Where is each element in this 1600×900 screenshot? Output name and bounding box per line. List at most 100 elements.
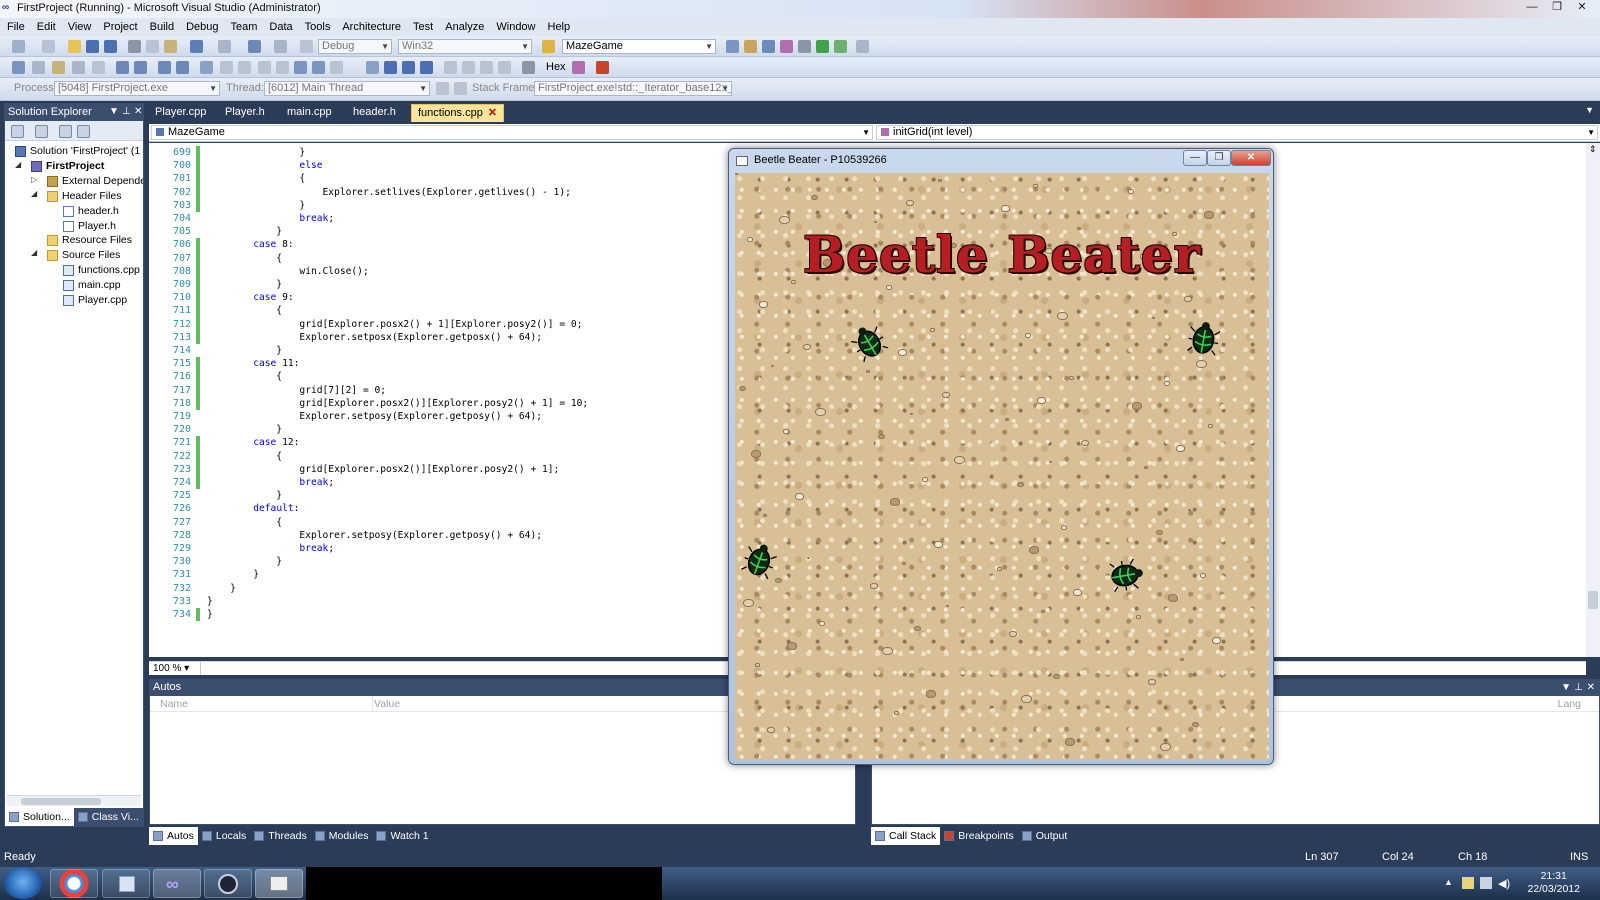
- code-line[interactable]: Explorer.setposx(Explorer.getposx() + 64…: [207, 331, 542, 344]
- game-window-taskbar-icon[interactable]: [255, 869, 303, 898]
- game-canvas[interactable]: Beetle Beater: [735, 173, 1269, 760]
- save-icon[interactable]: [86, 40, 99, 53]
- copy-icon[interactable]: [146, 40, 159, 53]
- code-line[interactable]: grid[Explorer.posx2()][Explorer.posy2() …: [207, 463, 559, 476]
- code-line[interactable]: grid[7][2] = 0;: [207, 384, 386, 397]
- menu-tools[interactable]: Tools: [300, 21, 338, 33]
- process-select[interactable]: [5048] FirstProject.exe ▼: [54, 81, 220, 96]
- beetle-enemy-icon[interactable]: [740, 537, 781, 581]
- beetle-enemy-icon[interactable]: [1186, 317, 1222, 358]
- show-threads-icon[interactable]: [444, 61, 457, 74]
- start-button-icon[interactable]: [4, 868, 42, 899]
- tab-main-cpp[interactable]: main.cpp: [281, 104, 338, 122]
- step-out-icon[interactable]: [312, 61, 325, 74]
- code-line[interactable]: win.Close();: [207, 265, 368, 278]
- show-next-statement-icon[interactable]: [258, 61, 271, 74]
- game-close-button[interactable]: ✕: [1231, 150, 1271, 166]
- scrollbar-thumb[interactable]: [1588, 591, 1598, 609]
- tree-item-external-dependencies[interactable]: External Dependen: [47, 174, 143, 189]
- tree-item-main-cpp[interactable]: main.cpp: [63, 278, 121, 293]
- maximize-button[interactable]: ❐: [1545, 0, 1569, 16]
- code-line[interactable]: }: [207, 489, 282, 502]
- clock[interactable]: 21:31 22/03/2012: [1527, 870, 1580, 896]
- object-browser-icon[interactable]: [762, 40, 775, 53]
- code-line[interactable]: break;: [207, 542, 334, 555]
- restart-icon[interactable]: [420, 61, 433, 74]
- code-line[interactable]: }: [207, 199, 305, 212]
- types-combo[interactable]: MazeGame ▼: [151, 125, 873, 140]
- redo-icon[interactable]: [218, 40, 231, 53]
- breakpoint-icon[interactable]: [330, 61, 343, 74]
- decrease-indent-icon[interactable]: [92, 61, 105, 74]
- code-line[interactable]: {: [207, 252, 282, 265]
- action-center-flag-icon[interactable]: [1462, 877, 1474, 889]
- team-explorer-icon[interactable]: [798, 40, 811, 53]
- increase-indent-icon[interactable]: [116, 61, 129, 74]
- code-line[interactable]: }: [207, 568, 259, 581]
- memory-window-icon[interactable]: [522, 61, 535, 74]
- tree-item-solution[interactable]: Solution 'FirstProject' (1 p: [15, 144, 143, 159]
- code-line[interactable]: case 11:: [207, 357, 299, 370]
- horizontal-scrollbar[interactable]: [7, 795, 141, 806]
- undo-icon[interactable]: [190, 40, 203, 53]
- members-combo[interactable]: initGrid(int level) ▼: [876, 125, 1598, 140]
- media-app-taskbar-icon[interactable]: [204, 869, 252, 898]
- menu-data[interactable]: Data: [264, 21, 299, 33]
- tree-item-header-files[interactable]: Header Files: [47, 189, 122, 204]
- close-tab-icon[interactable]: ✕: [488, 107, 497, 119]
- beetle-enemy-icon[interactable]: [846, 318, 890, 364]
- close-panel-icon[interactable]: ✕: [134, 104, 142, 120]
- tab-autos[interactable]: Autos: [149, 827, 198, 845]
- break-all-icon[interactable]: [384, 61, 397, 74]
- tab-watch-1[interactable]: Watch 1: [372, 827, 432, 845]
- toolbox-icon[interactable]: [780, 40, 793, 53]
- code-line[interactable]: {: [207, 516, 282, 529]
- code-line[interactable]: Explorer.setposy(Explorer.getposy() + 64…: [207, 410, 542, 423]
- minimize-button[interactable]: —: [1520, 0, 1544, 16]
- parameter-info-icon[interactable]: [32, 61, 45, 74]
- volume-icon[interactable]: ◀): [1498, 877, 1510, 890]
- display-object-member-list-icon[interactable]: [12, 61, 25, 74]
- find-combo[interactable]: MazeGame ▼: [562, 39, 716, 54]
- code-line[interactable]: }: [207, 608, 213, 621]
- tab-player-cpp[interactable]: Player.cpp: [149, 104, 212, 122]
- code-line[interactable]: default:: [207, 502, 299, 515]
- tab-header-h[interactable]: header.h: [347, 104, 402, 122]
- open-file-icon[interactable]: [68, 40, 81, 53]
- game-minimize-button[interactable]: —: [1183, 150, 1207, 166]
- collapse-arrow-icon[interactable]: ◢: [31, 189, 37, 198]
- find-in-files-icon[interactable]: [542, 40, 555, 53]
- code-line[interactable]: {: [207, 370, 282, 383]
- start-page-icon[interactable]: [816, 40, 829, 53]
- menu-file[interactable]: File: [2, 21, 32, 33]
- code-line[interactable]: Explorer.setlives(Explorer.getlives() - …: [207, 186, 571, 199]
- close-button[interactable]: ✕: [1570, 0, 1594, 16]
- uncomment-lines-icon[interactable]: [158, 61, 171, 74]
- menu-debug[interactable]: Debug: [181, 21, 225, 33]
- solution-explorer-icon[interactable]: [726, 40, 739, 53]
- tab-class-view[interactable]: Class Vi...: [74, 808, 143, 826]
- refresh-icon[interactable]: [59, 125, 72, 138]
- file-explorer-taskbar-icon[interactable]: [102, 869, 150, 898]
- code-line[interactable]: }: [207, 225, 282, 238]
- properties-icon[interactable]: [11, 125, 24, 138]
- code-line[interactable]: {: [207, 172, 305, 185]
- network-icon[interactable]: [1480, 877, 1492, 889]
- code-line[interactable]: break;: [207, 476, 334, 489]
- code-line[interactable]: }: [207, 146, 305, 159]
- step-into-specific-icon[interactable]: [462, 61, 475, 74]
- expand-arrow-icon[interactable]: ▷: [31, 175, 37, 184]
- exception-settings-icon[interactable]: [572, 61, 585, 74]
- value-column-header[interactable]: Value: [374, 696, 400, 712]
- clear-bookmarks-icon[interactable]: [238, 61, 251, 74]
- code-line[interactable]: }: [207, 582, 236, 595]
- code-line[interactable]: case 8:: [207, 238, 293, 251]
- active-files-dropdown-icon[interactable]: ▼: [1585, 105, 1594, 115]
- game-maximize-button[interactable]: ❐: [1207, 150, 1231, 166]
- bookmark-icon[interactable]: [176, 61, 189, 74]
- code-line[interactable]: case 9:: [207, 291, 293, 304]
- code-line[interactable]: {: [207, 304, 282, 317]
- menu-window[interactable]: Window: [491, 21, 542, 33]
- step-over-icon[interactable]: [294, 61, 307, 74]
- collapse-arrow-icon[interactable]: ◢: [31, 248, 37, 257]
